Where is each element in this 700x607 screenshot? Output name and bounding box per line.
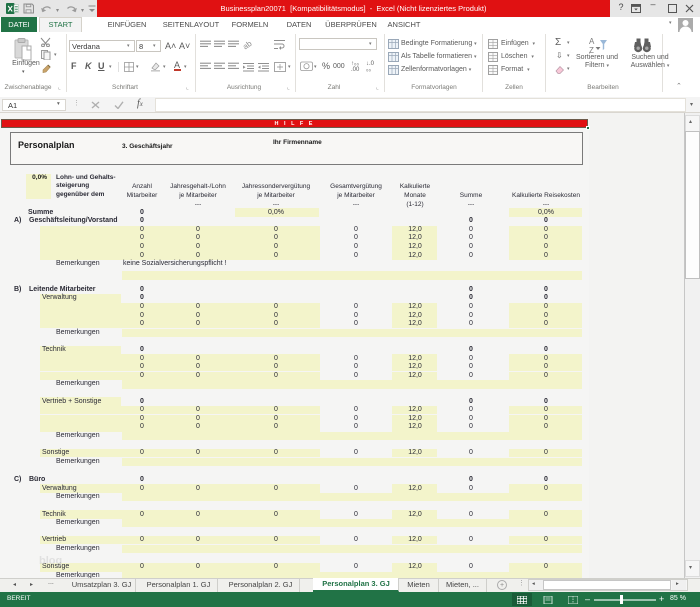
svg-text:A: A: [589, 37, 595, 46]
svg-text:Z: Z: [589, 46, 594, 54]
